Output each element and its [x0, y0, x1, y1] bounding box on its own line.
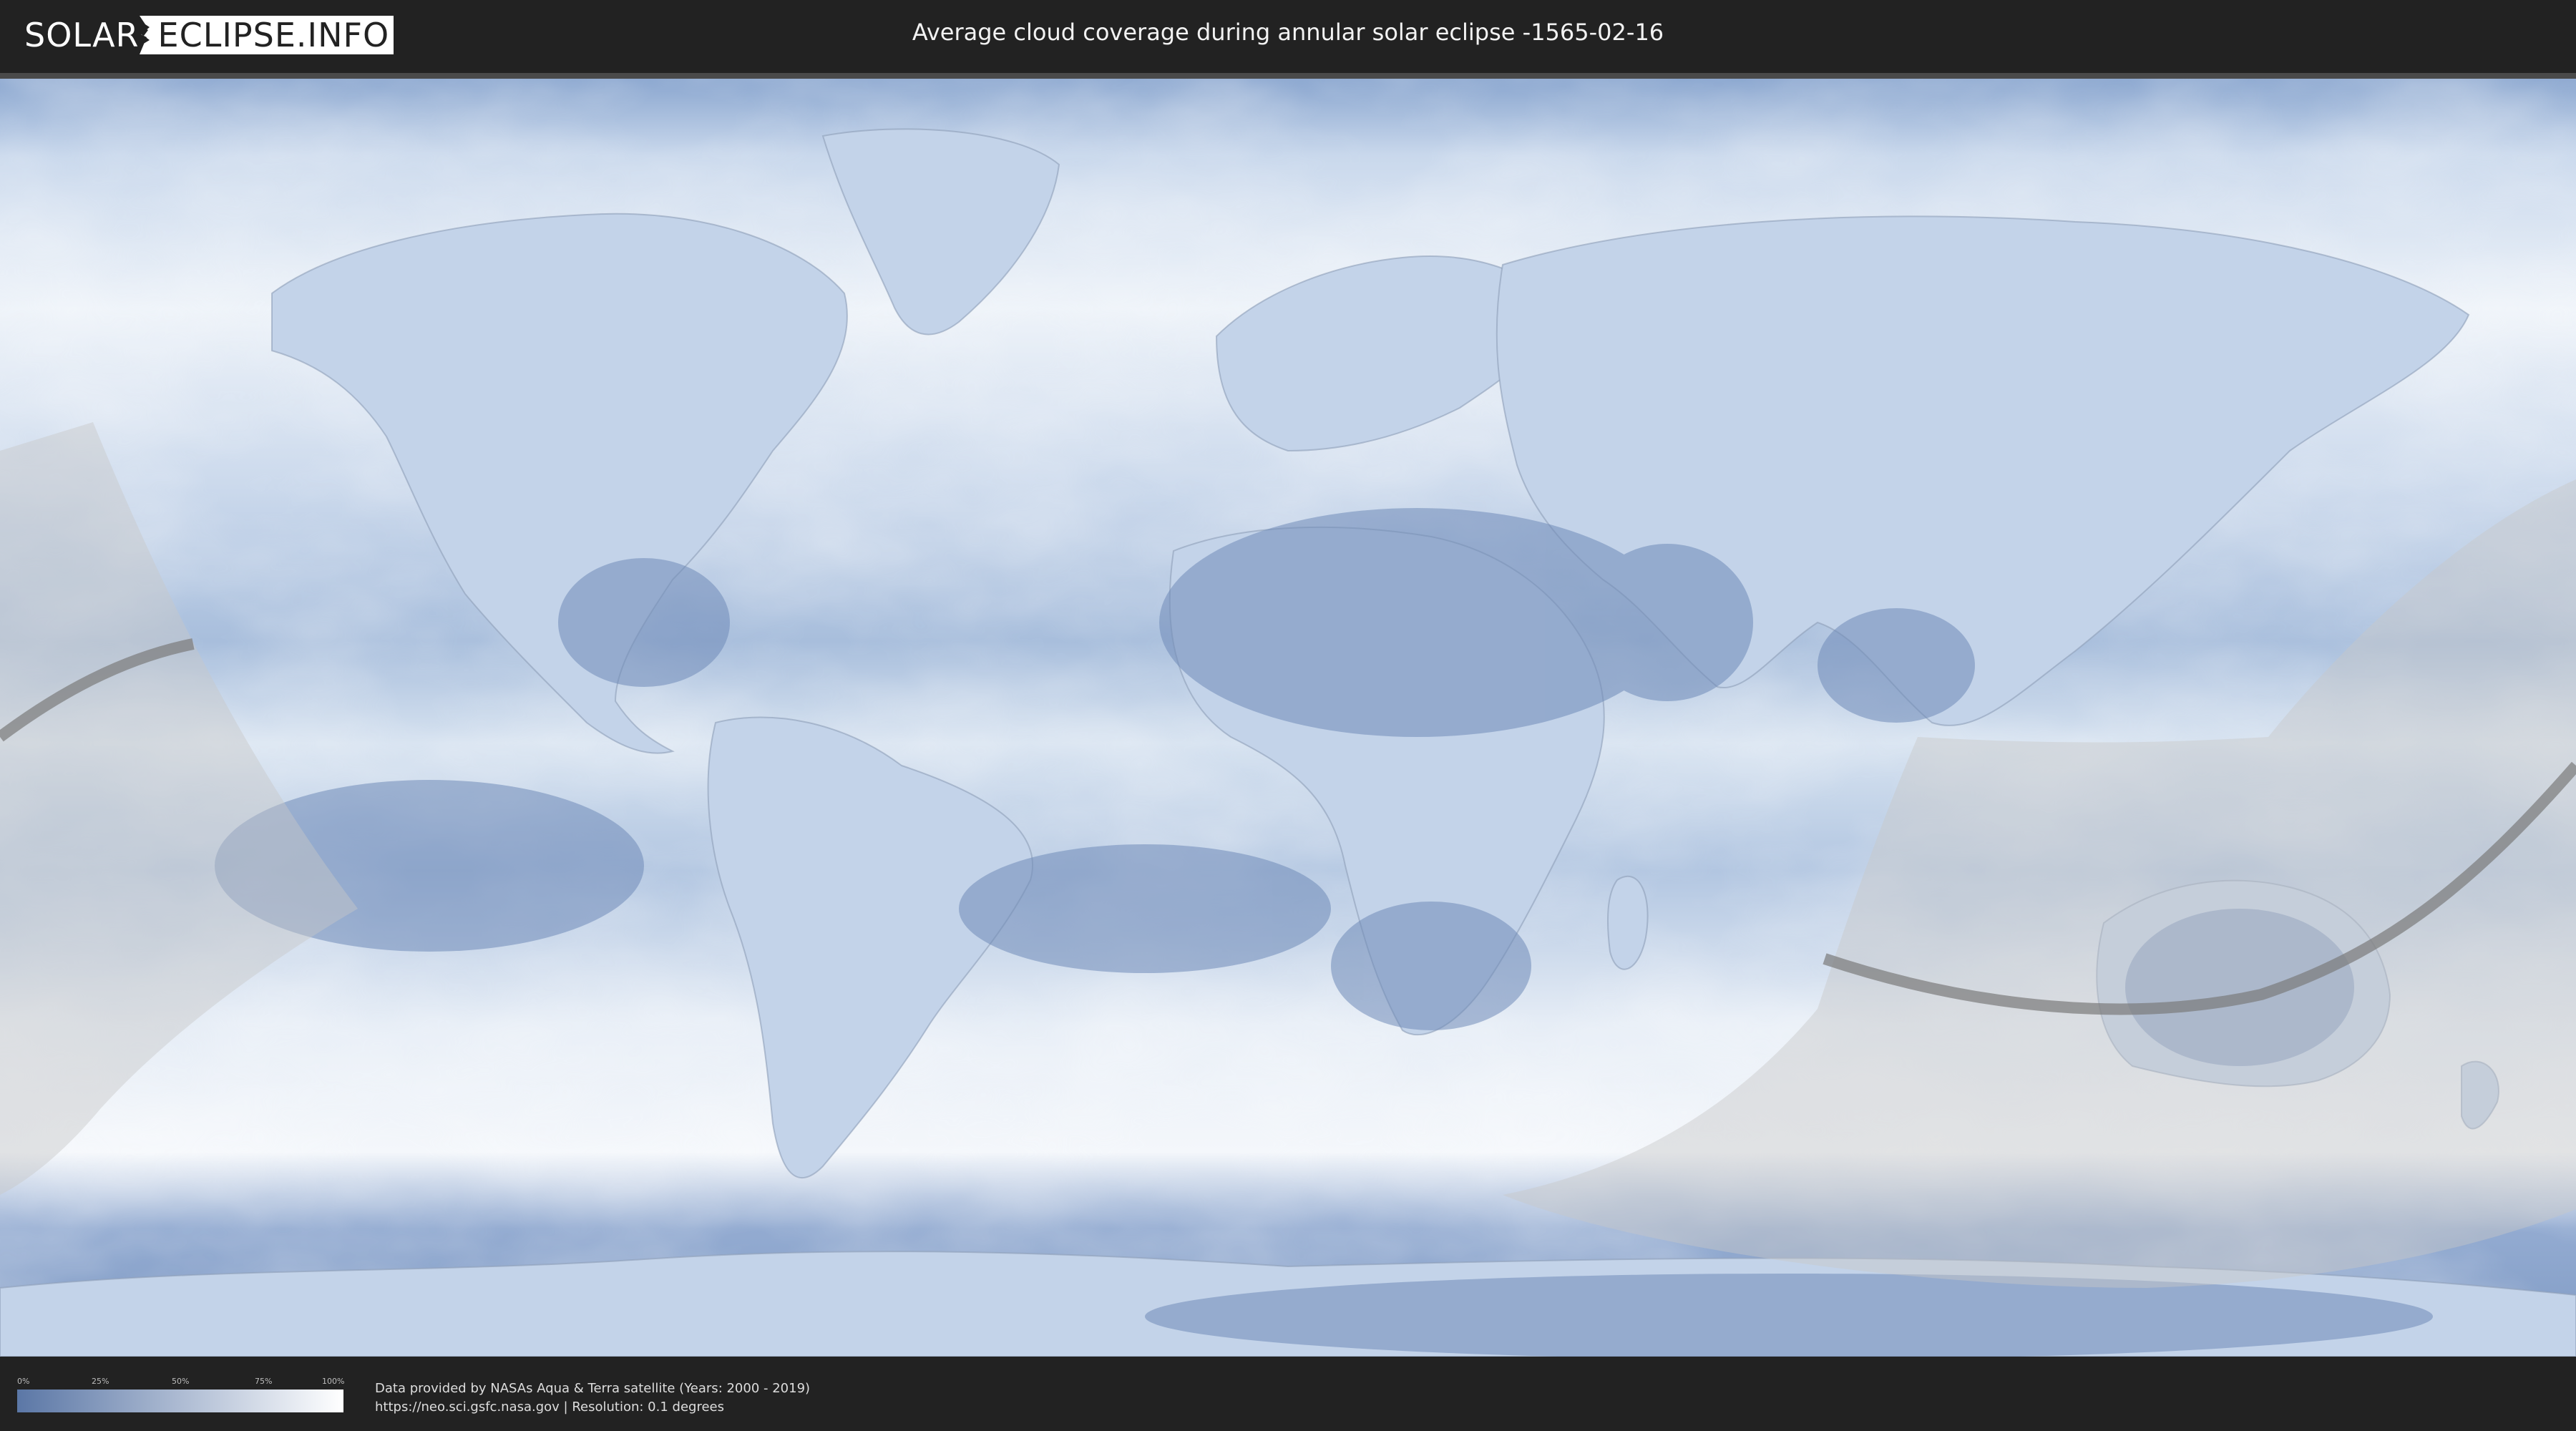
legend-gradient-bar [17, 1390, 343, 1412]
header-bar: SOLAR ECLIPSE.INFO Average cloud coverag… [0, 0, 2576, 73]
legend-tick-25: 25% [92, 1377, 109, 1386]
clear-south-atlantic [959, 844, 1331, 973]
clear-india [1818, 608, 1975, 723]
data-credits: Data provided by NASAs Aqua & Terra sate… [375, 1379, 810, 1417]
clear-southern-africa [1331, 902, 1531, 1030]
credits-line-source: Data provided by NASAs Aqua & Terra sate… [375, 1381, 811, 1396]
legend-tick-50: 50% [172, 1377, 190, 1386]
clear-mexico [558, 558, 730, 687]
legend-tick-100: 100% [322, 1377, 345, 1386]
legend-tick-0: 0% [17, 1377, 30, 1386]
credits-line-url: https://neo.sci.gsfc.nasa.gov | Resoluti… [375, 1400, 724, 1415]
footer-bar: 0% 25% 50% 75% 100% Data provided by NAS… [0, 1357, 2576, 1431]
cloud-coverage-legend: 0% 25% 50% 75% 100% [17, 1377, 345, 1420]
map-title: Average cloud coverage during annular so… [912, 19, 1664, 46]
legend-ticks: 0% 25% 50% 75% 100% [17, 1377, 345, 1387]
clear-arabia [1581, 544, 1753, 701]
legend-tick-75: 75% [255, 1377, 273, 1386]
cloud-coverage-map [0, 73, 2576, 1357]
world-map-svg [0, 79, 2576, 1357]
clear-antarctic-plateau [1145, 1274, 2433, 1357]
